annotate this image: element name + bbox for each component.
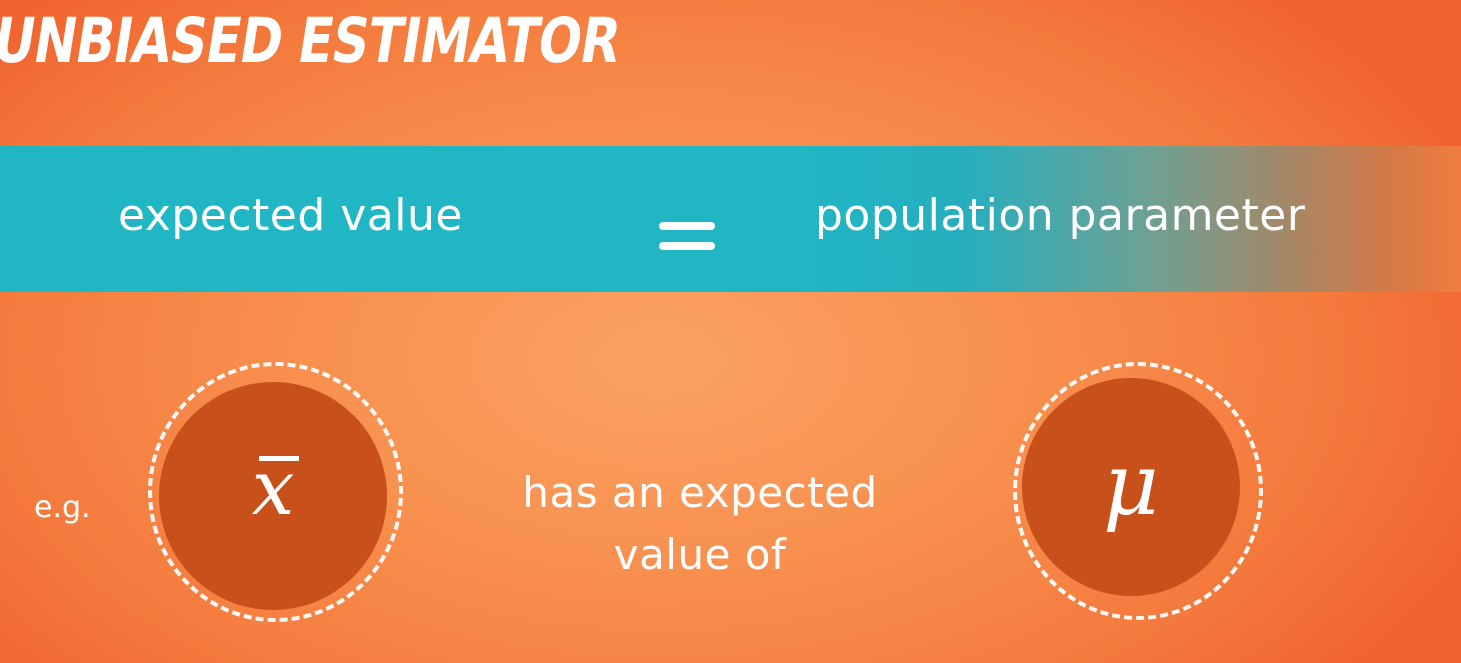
example-prefix: e.g. [34, 490, 91, 525]
relation-text: has an expected value of [430, 462, 970, 586]
slide-title: UNBIASED ESTIMATOR [0, 4, 626, 77]
relation-line-2: value of [613, 530, 787, 579]
sample-mean-overbar [259, 456, 299, 461]
population-parameter-label: population parameter [815, 190, 1306, 241]
equals-sign [659, 222, 715, 252]
population-mean-symbol: μ [1103, 435, 1159, 535]
relation-line-1: has an expected [522, 468, 878, 517]
expected-value-label: expected value [118, 190, 463, 241]
sample-mean-symbol: x [251, 443, 295, 532]
